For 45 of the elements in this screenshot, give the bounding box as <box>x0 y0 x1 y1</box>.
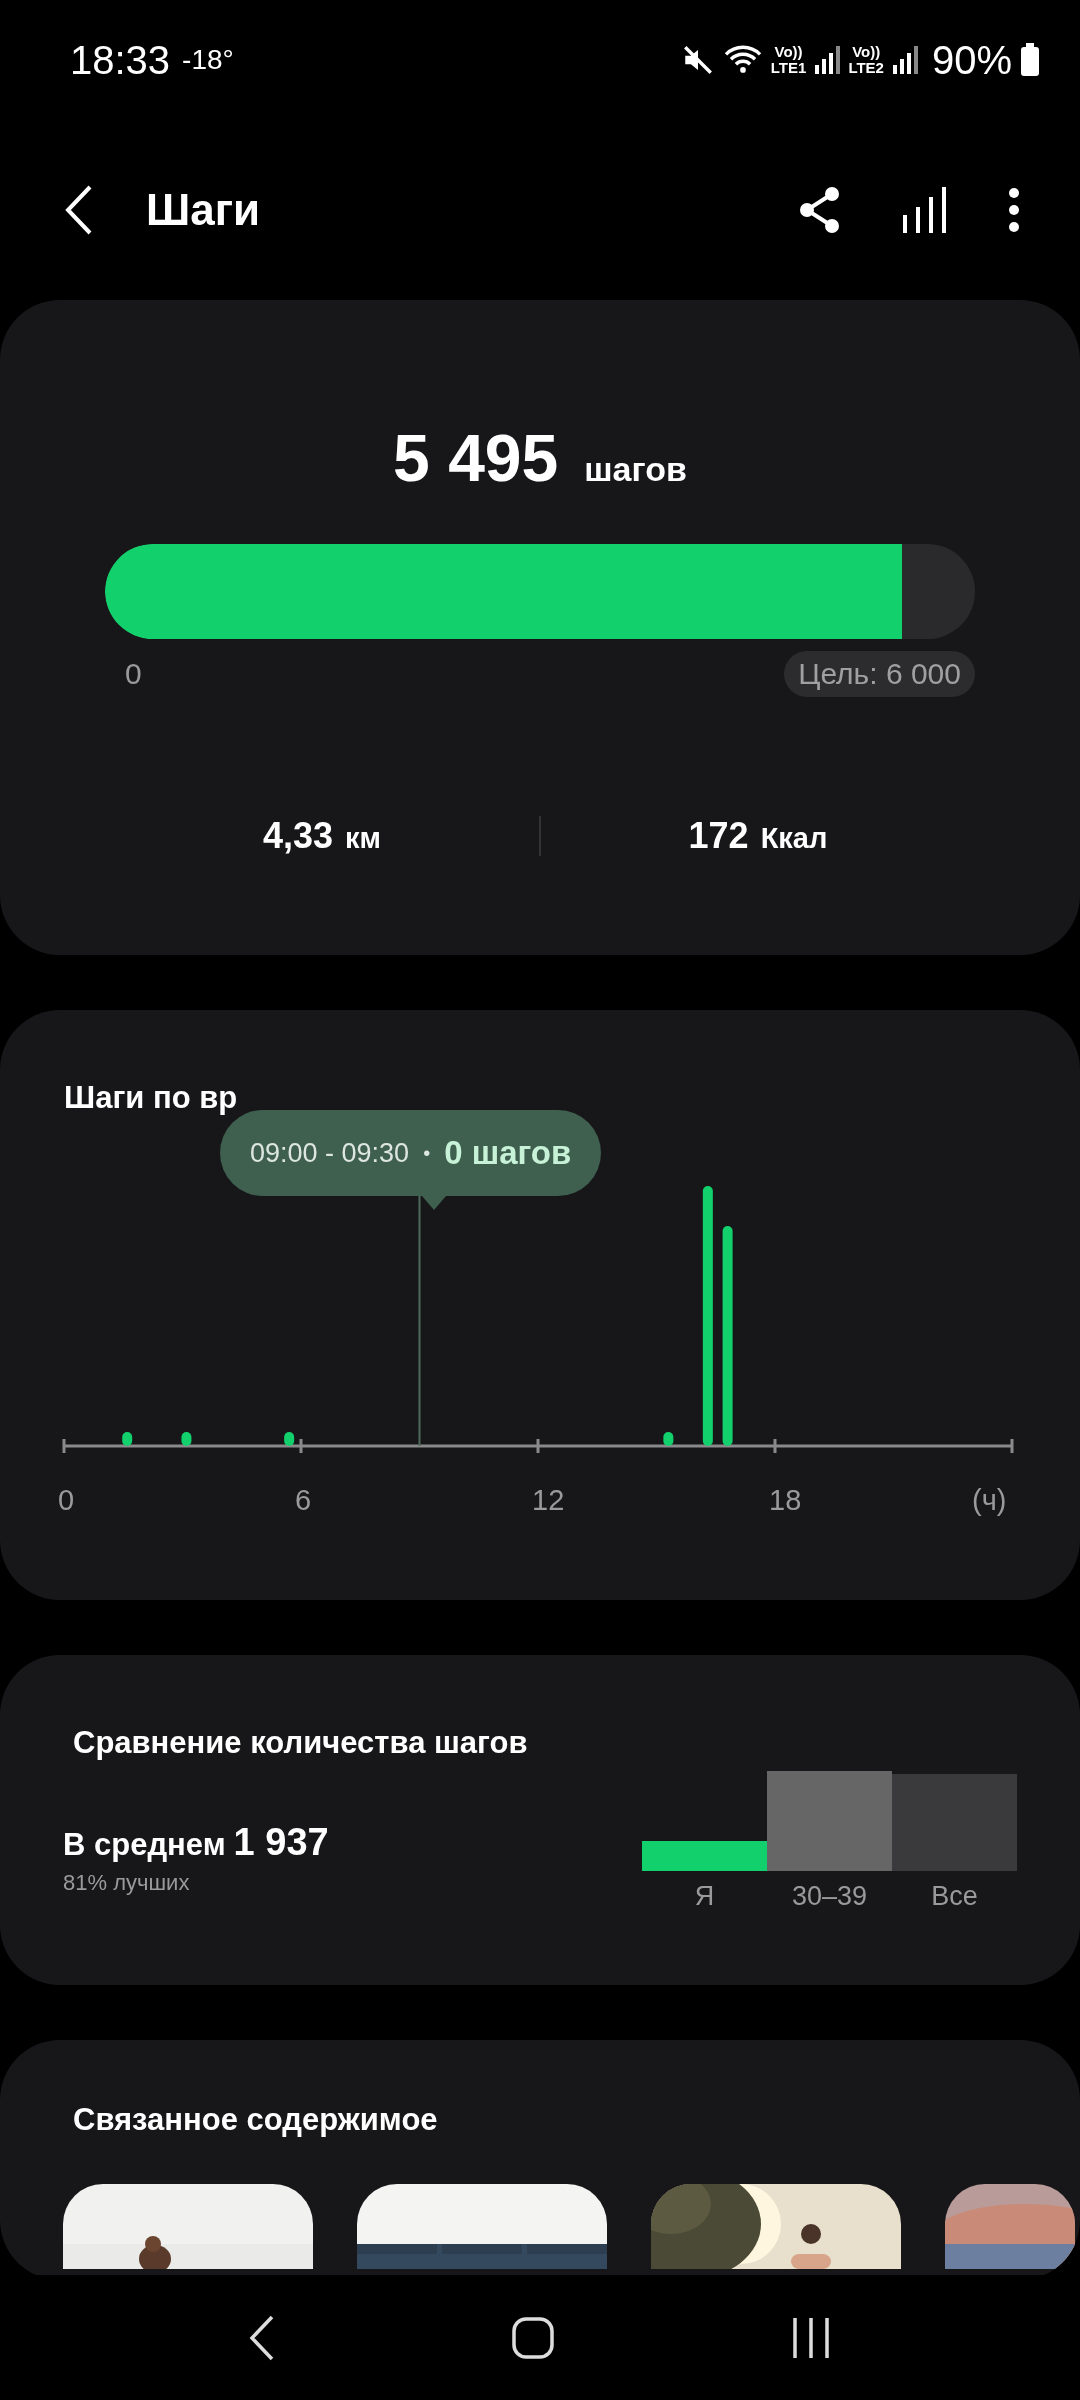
axis-label: (ч) <box>972 1484 1007 1517</box>
tooltip-value: 0 шагов <box>444 1134 572 1172</box>
home-icon[interactable] <box>512 2316 554 2359</box>
progress-start: 0 <box>125 657 142 691</box>
page-title: Шаги <box>146 185 261 235</box>
group-label: Я <box>694 1881 715 1912</box>
axis-label: 6 <box>295 1484 312 1517</box>
back-button[interactable] <box>64 184 94 236</box>
axis-label: 12 <box>532 1484 565 1517</box>
recent-apps-icon[interactable] <box>791 2316 832 2359</box>
rank-text: 81% лучших <box>63 1870 191 1896</box>
signal-icon <box>891 45 918 75</box>
chart-bar <box>122 1432 133 1446</box>
more-icon[interactable] <box>1008 187 1020 233</box>
goal-badge: Цель: 6 000 <box>784 651 975 697</box>
chart-bar <box>181 1432 192 1446</box>
chart-bar <box>663 1432 674 1446</box>
average-value: 1 937 <box>233 1821 329 1864</box>
steps-count: 5 495 <box>393 420 559 496</box>
stat-unit: Ккал <box>760 822 828 855</box>
stat-value: 172 <box>688 815 749 857</box>
battery-icon <box>1020 43 1040 77</box>
signal-icon <box>814 45 841 75</box>
stat-value: 4,33 <box>262 815 334 857</box>
average-label: В среднем <box>63 1827 226 1863</box>
tooltip-time: 09:00 - 09:30 <box>250 1137 410 1169</box>
card-title: Связанное содержимое <box>72 2102 439 2138</box>
group-label: Все <box>931 1881 978 1912</box>
axis-label: 18 <box>769 1484 802 1517</box>
group-label: 30–39 <box>791 1881 868 1912</box>
chart-icon[interactable] <box>902 185 948 235</box>
card-title: Шаги по вр <box>63 1080 239 1116</box>
stat-unit: км <box>345 822 381 855</box>
card-title: Сравнение количества шагов <box>72 1725 529 1761</box>
axis-label: 0 <box>58 1484 75 1517</box>
clock-time: 18:33 <box>70 37 171 83</box>
back-nav-icon[interactable] <box>248 2314 275 2361</box>
temperature: -18° <box>182 44 234 76</box>
battery-percent: 90% <box>931 37 1012 83</box>
network-label: Vo)) LTE2 <box>848 44 884 76</box>
share-icon[interactable] <box>798 186 842 234</box>
tooltip-separator: • <box>423 1141 431 1165</box>
network-label: Vo)) LTE1 <box>770 44 807 76</box>
chart-bar <box>284 1432 295 1446</box>
steps-unit: шагов <box>584 450 687 489</box>
